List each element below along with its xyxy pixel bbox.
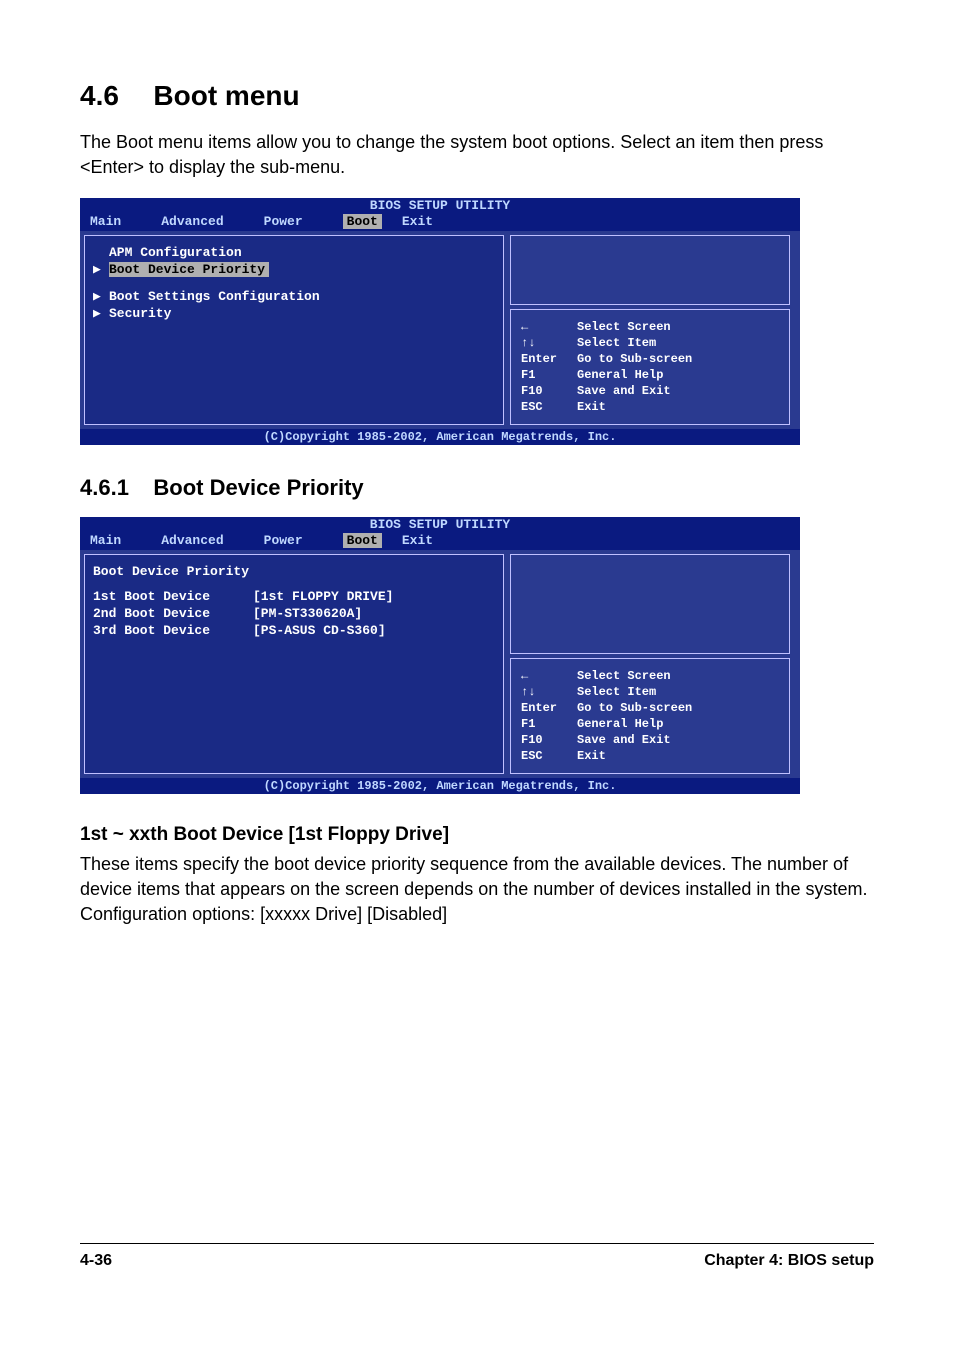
submenu-arrow-icon: ▶ xyxy=(93,306,109,321)
bios-tab-bar: Main Advanced Power Boot Exit xyxy=(80,533,800,550)
chapter-label: Chapter 4: BIOS setup xyxy=(704,1252,874,1270)
bios-menu-panel: APM Configuration ▶Boot Device Priority … xyxy=(84,235,504,425)
tab-power[interactable]: Power xyxy=(264,214,319,229)
bios-menu-panel: Boot Device Priority 1st Boot Device [1s… xyxy=(84,554,504,774)
menu-security[interactable]: ▶Security xyxy=(93,305,495,322)
page-footer: 4-36 Chapter 4: BIOS setup xyxy=(80,1243,874,1270)
submenu-arrow-icon: ▶ xyxy=(93,289,109,304)
tab-power[interactable]: Power xyxy=(264,533,319,548)
menu-apm-configuration[interactable]: APM Configuration xyxy=(93,244,495,261)
first-boot-device[interactable]: 1st Boot Device [1st FLOPPY DRIVE] xyxy=(93,588,495,605)
section-number: 4.6 xyxy=(80,80,119,112)
tab-advanced[interactable]: Advanced xyxy=(161,533,239,548)
option-heading: 1st ~ xxth Boot Device [1st Floppy Drive… xyxy=(80,824,874,846)
page-number: 4-36 xyxy=(80,1252,112,1270)
bios-tab-bar: Main Advanced Power Boot Exit xyxy=(80,214,800,231)
third-boot-device[interactable]: 3rd Boot Device [PS-ASUS CD-S360] xyxy=(93,622,495,639)
left-arrow-icon: ← xyxy=(519,669,573,683)
up-down-arrow-icon: ↑↓ xyxy=(519,336,573,350)
up-down-arrow-icon: ↑↓ xyxy=(519,685,573,699)
second-boot-device[interactable]: 2nd Boot Device [PM-ST330620A] xyxy=(93,605,495,622)
subsection-heading: 4.6.1 Boot Device Priority xyxy=(80,475,874,501)
option-description: These items specify the boot device prio… xyxy=(80,852,874,902)
submenu-arrow-icon: ▶ xyxy=(93,262,109,277)
tab-main[interactable]: Main xyxy=(90,214,137,229)
intro-paragraph: The Boot menu items allow you to change … xyxy=(80,130,874,180)
bios-title: BIOS SETUP UTILITY xyxy=(80,517,800,533)
configuration-options: Configuration options: [xxxxx Drive] [Di… xyxy=(80,902,874,927)
panel-header: Boot Device Priority xyxy=(93,563,495,580)
bios-key-legend: ←Select Screen ↑↓Select Item EnterGo to … xyxy=(510,309,790,425)
section-heading: 4.6 Boot menu xyxy=(80,80,874,112)
menu-boot-device-priority[interactable]: ▶Boot Device Priority xyxy=(93,261,495,278)
bios-copyright: (C)Copyright 1985-2002, American Megatre… xyxy=(80,778,800,794)
bios-title: BIOS SETUP UTILITY xyxy=(80,198,800,214)
bios-key-legend: ←Select Screen ↑↓Select Item EnterGo to … xyxy=(510,658,790,774)
bios-help-upper xyxy=(510,235,790,305)
bios-screenshot-boot-menu: BIOS SETUP UTILITY Main Advanced Power B… xyxy=(80,198,800,445)
tab-exit[interactable]: Exit xyxy=(402,533,449,548)
bios-copyright: (C)Copyright 1985-2002, American Megatre… xyxy=(80,429,800,445)
bios-help-upper xyxy=(510,554,790,654)
subsection-number: 4.6.1 xyxy=(80,475,129,501)
left-arrow-icon: ← xyxy=(519,320,573,334)
tab-main[interactable]: Main xyxy=(90,533,137,548)
bios-screenshot-boot-priority: BIOS SETUP UTILITY Main Advanced Power B… xyxy=(80,517,800,794)
tab-boot[interactable]: Boot xyxy=(343,533,382,548)
section-title: Boot menu xyxy=(153,80,299,112)
menu-boot-settings-configuration[interactable]: ▶Boot Settings Configuration xyxy=(93,288,495,305)
tab-exit[interactable]: Exit xyxy=(402,214,449,229)
tab-boot[interactable]: Boot xyxy=(343,214,382,229)
subsection-title: Boot Device Priority xyxy=(153,475,363,501)
tab-advanced[interactable]: Advanced xyxy=(161,214,239,229)
